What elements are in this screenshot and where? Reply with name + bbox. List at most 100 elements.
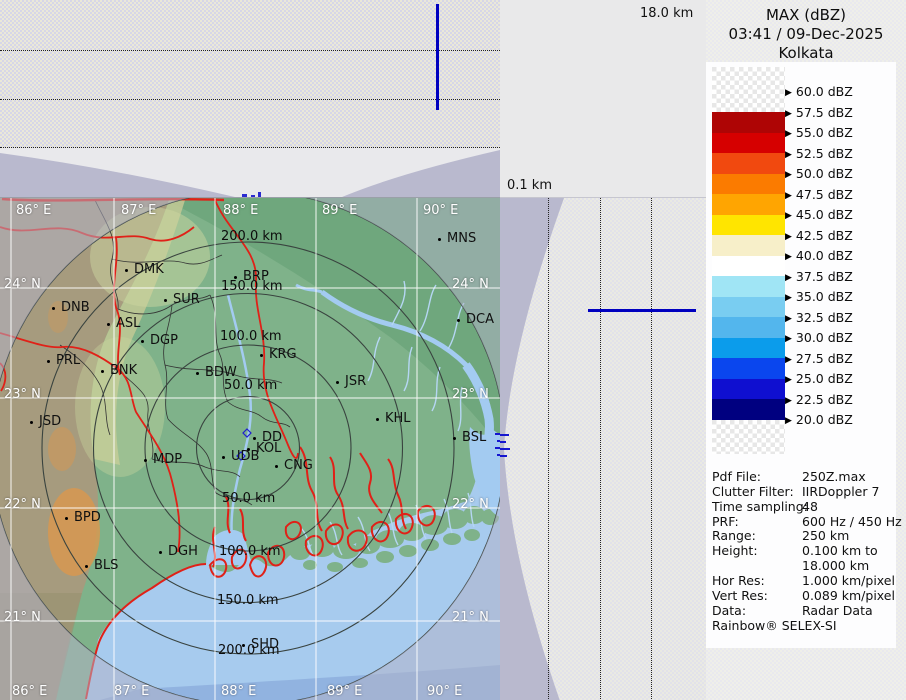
product-title: MAX (dBZ) — [706, 6, 906, 25]
color-band — [712, 338, 785, 359]
color-band-transparent-bottom — [712, 420, 785, 454]
height-gridline — [548, 198, 549, 700]
legend-panel: MAX (dBZ) 03:41 / 09-Dec-2025 Kolkata ▶ 6… — [706, 0, 906, 700]
color-band — [712, 358, 785, 379]
info-value-line2: 18.000 km — [802, 558, 869, 573]
info-row: Time sampling:48 — [706, 499, 906, 514]
info-label: Pdf File: — [712, 469, 761, 484]
echo-mark — [500, 434, 509, 436]
info-value: 250 km — [802, 528, 849, 543]
city-label: SUR — [173, 292, 200, 307]
range-ring-label: 50.0 km — [222, 491, 275, 506]
info-value: 600 Hz / 450 Hz — [802, 514, 902, 529]
city-label: DMK — [134, 262, 164, 277]
legend-tick-label: ▶57.5 dBZ — [785, 105, 853, 120]
cone-wedges — [0, 148, 500, 197]
tick-text: 25.0 dBZ — [796, 371, 853, 386]
side-panel-ns-height-projection — [500, 197, 706, 700]
color-band — [712, 379, 785, 400]
legend-tick-label: ▶ 25.0 dBZ — [785, 371, 853, 386]
info-value: 48 — [802, 499, 818, 514]
range-ring-label: 100.0 km — [219, 544, 281, 559]
legend-tick-label: ▶20.0 dBZ — [785, 412, 853, 427]
echo-mark — [500, 441, 506, 443]
color-scale-bar — [712, 67, 785, 454]
software-credit: Rainbow® SELEX-SI — [712, 618, 837, 633]
city-label: PRL — [56, 353, 80, 368]
tick-arrow-icon: ▶ — [785, 293, 792, 303]
legend-tick-label: ▶ 40.0 dBZ — [785, 248, 853, 263]
height-gridline — [600, 198, 601, 700]
tick-arrow-icon: ▶ — [785, 355, 792, 365]
height-gridline — [651, 198, 652, 700]
legend-tick-label: ▶55.0 dBZ — [785, 125, 853, 140]
tick-arrow-icon: ▶ — [785, 416, 792, 426]
tick-arrow-icon: ▶ — [785, 252, 792, 262]
lat-label-left: 23° N — [4, 387, 41, 402]
tick-text: 60.0 dBZ — [796, 84, 853, 99]
tick-text: 57.5 dBZ — [796, 105, 853, 120]
tick-arrow-icon: ▶ — [785, 273, 792, 283]
color-band — [712, 194, 785, 215]
tick-arrow-icon: ▶ — [785, 150, 792, 160]
legend-header: MAX (dBZ) 03:41 / 09-Dec-2025 Kolkata — [706, 6, 906, 63]
tick-text: 42.5 dBZ — [796, 228, 853, 243]
city-label: KRG — [269, 347, 297, 362]
timestamp: 03:41 / 09-Dec-2025 — [706, 25, 906, 44]
info-value: 1.000 km/pixel — [802, 573, 895, 588]
city-label: KOL — [256, 441, 281, 456]
city-label: SHD — [251, 637, 279, 652]
station-name: Kolkata — [706, 44, 906, 63]
side-cone — [500, 198, 706, 700]
lon-label-top: 86° E — [16, 203, 51, 218]
color-band — [712, 112, 785, 133]
lat-label-right: 22° N — [452, 497, 489, 512]
lon-label-bottom: 88° E — [221, 684, 256, 699]
color-band — [712, 153, 785, 174]
height-gridline — [0, 50, 500, 51]
city-label: DNB — [61, 300, 90, 315]
lon-label-bottom: 90° E — [427, 684, 462, 699]
tick-arrow-icon: ▶ — [785, 375, 792, 385]
legend-tick-label: ▶30.0 dBZ — [785, 330, 853, 345]
tick-text: 47.5 dBZ — [796, 187, 853, 202]
color-band — [712, 276, 785, 297]
info-row: Vert Res:0.089 km/pixel — [706, 588, 906, 603]
info-value: Radar Data — [802, 603, 873, 618]
top-panel-ew-height-projection — [0, 0, 500, 148]
tick-arrow-icon: ▶ — [785, 211, 792, 221]
tick-arrow-icon: ▶ — [785, 170, 792, 180]
tick-arrow-icon: ▶ — [785, 191, 792, 201]
lon-label-bottom: 87° E — [114, 684, 149, 699]
range-ring-label: 100.0 km — [220, 329, 282, 344]
legend-tick-label: ▶50.0 dBZ — [785, 166, 853, 181]
tick-text: 37.5 dBZ — [796, 269, 853, 284]
tick-arrow-icon: ▶ — [785, 232, 792, 242]
color-band — [712, 133, 785, 154]
color-band-transparent-top — [712, 67, 785, 112]
info-row: PRF:600 Hz / 450 Hz — [706, 514, 906, 529]
city-label: KHL — [385, 411, 411, 426]
info-label: Hor Res: — [712, 573, 765, 588]
city-label: BNK — [110, 363, 137, 378]
tick-arrow-icon: ▶ — [785, 129, 792, 139]
city-label: JSR — [345, 374, 366, 389]
legend-tick-label: ▶32.5 dBZ — [785, 310, 853, 325]
info-row: Hor Res: 1.000 km/pixel — [706, 573, 906, 588]
color-band — [712, 317, 785, 338]
tick-text: 40.0 dBZ — [796, 248, 853, 263]
tick-text: 27.5 dBZ — [796, 351, 853, 366]
echo-mark — [500, 448, 510, 450]
lat-label-right: 24° N — [452, 277, 489, 292]
tick-text: 45.0 dBZ — [796, 207, 853, 222]
lat-label-left: 24° N — [4, 277, 41, 292]
lat-label-right: 21° N — [452, 610, 489, 625]
tick-text: 35.0 dBZ — [796, 289, 853, 304]
lat-label-left: 22° N — [4, 497, 41, 512]
info-label: Data: — [712, 603, 746, 618]
map-top-border — [0, 197, 500, 198]
legend-tick-label: ▶22.5 dBZ — [785, 392, 853, 407]
info-value: 0.100 km to — [802, 543, 878, 558]
lon-label-top: 88° E — [223, 203, 258, 218]
tick-text: 52.5 dBZ — [796, 146, 853, 161]
